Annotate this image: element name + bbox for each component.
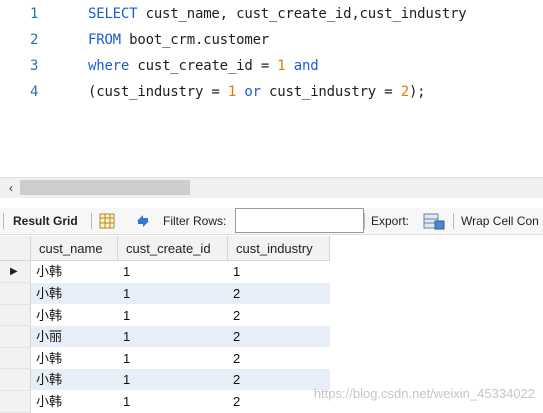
table-row[interactable]: 小韩 1 1	[31, 261, 330, 282]
toolbar-divider	[453, 213, 454, 229]
cell-cust-industry[interactable]: 2	[228, 305, 240, 326]
filter-rows-input[interactable]	[235, 208, 364, 233]
cell-cust-name[interactable]: 小韩	[31, 391, 62, 412]
code-line[interactable]: 3 where cust_create_id = 1 and	[0, 54, 543, 78]
row-header[interactable]	[0, 369, 31, 391]
scroll-left-arrow-icon[interactable]: ‹	[4, 180, 18, 196]
table-row[interactable]: 小丽 1 2	[31, 326, 330, 347]
table-row[interactable]: 小韩 1 2	[31, 391, 330, 412]
cell-cust-name[interactable]: 小韩	[31, 261, 62, 282]
row-header[interactable]	[0, 348, 31, 369]
sql-text: cust_name, cust_create_id,cust_industry	[137, 6, 467, 22]
sql-editor[interactable]: 1 SELECT cust_name, cust_create_id,cust_…	[0, 0, 543, 176]
watermark: https://blog.csdn.net/weixin_45334022	[313, 386, 535, 401]
grid-corner	[0, 236, 31, 261]
line-number: 1	[30, 6, 39, 22]
scrollbar-thumb[interactable]	[20, 180, 190, 195]
row-header[interactable]	[0, 283, 31, 305]
column-header-cust-industry[interactable]: cust_industry	[228, 236, 330, 261]
toolbar-divider	[3, 213, 4, 229]
sql-text: cust_industry =	[260, 84, 401, 100]
export-icon[interactable]	[423, 212, 445, 230]
cell-cust-industry[interactable]: 2	[228, 369, 240, 390]
horizontal-scrollbar[interactable]: ‹	[0, 177, 543, 198]
sql-text: cust_create_id =	[129, 58, 278, 74]
code-line[interactable]: 4 (cust_industry = 1 or cust_industry = …	[0, 80, 543, 104]
cell-cust-name[interactable]: 小韩	[31, 369, 62, 390]
cell-cust-create-id[interactable]: 1	[118, 348, 130, 369]
row-header[interactable]	[0, 305, 31, 326]
cell-cust-name[interactable]: 小韩	[31, 348, 62, 369]
sql-number: 2	[400, 84, 409, 100]
table-row[interactable]: 小韩 1 2	[31, 305, 330, 326]
cell-cust-create-id[interactable]: 1	[118, 283, 130, 304]
cell-cust-industry[interactable]: 2	[228, 326, 240, 347]
line-number: 4	[30, 84, 39, 100]
sql-text: (cust_industry =	[88, 84, 228, 100]
cell-cust-name[interactable]: 小韩	[31, 305, 62, 326]
column-header-cust-create-id[interactable]: cust_create_id	[118, 236, 228, 261]
cell-cust-name[interactable]: 小韩	[31, 283, 62, 304]
code-text[interactable]: FROM boot_crm.customer	[88, 28, 269, 52]
line-number: 2	[30, 32, 39, 48]
sql-keyword: SELECT	[88, 6, 138, 22]
line-number: 3	[30, 58, 39, 74]
code-line[interactable]: 2 FROM boot_crm.customer	[0, 28, 543, 52]
current-row-pointer-icon: ▶	[10, 266, 18, 277]
toolbar-divider	[91, 213, 92, 229]
row-header[interactable]: ▶	[0, 261, 31, 283]
cell-cust-create-id[interactable]: 1	[118, 369, 130, 390]
sql-keyword: FROM	[88, 32, 121, 48]
code-text[interactable]: SELECT cust_name, cust_create_id,cust_in…	[88, 2, 467, 26]
cell-cust-create-id[interactable]: 1	[118, 305, 130, 326]
cell-cust-create-id[interactable]: 1	[118, 326, 130, 347]
code-line[interactable]: 1 SELECT cust_name, cust_create_id,cust_…	[0, 2, 543, 26]
sql-keyword: and	[293, 58, 319, 74]
result-grid-tab[interactable]: Result Grid	[13, 208, 78, 234]
table-row[interactable]: 小韩 1 2	[31, 369, 330, 390]
table-row[interactable]: 小韩 1 2	[31, 283, 330, 304]
code-text[interactable]: where cust_create_id = 1 and	[88, 54, 319, 78]
cell-cust-industry[interactable]: 2	[228, 348, 240, 369]
grid-view-icon[interactable]	[99, 213, 115, 229]
row-header[interactable]	[0, 391, 31, 413]
cell-cust-create-id[interactable]: 1	[118, 391, 130, 412]
column-header-cust-name[interactable]: cust_name	[31, 236, 118, 261]
refresh-icon[interactable]	[133, 212, 153, 230]
cell-cust-industry[interactable]: 1	[228, 261, 240, 282]
table-row[interactable]: 小韩 1 2	[31, 348, 330, 369]
sql-number: 1	[277, 58, 286, 74]
cell-cust-name[interactable]: 小丽	[31, 326, 62, 347]
cell-cust-create-id[interactable]: 1	[118, 261, 130, 282]
sql-text: boot_crm.customer	[120, 32, 270, 48]
cell-cust-industry[interactable]: 2	[228, 283, 240, 304]
wrap-cell-content-option[interactable]: Wrap Cell Con	[461, 208, 539, 234]
sql-number: 1	[227, 84, 237, 100]
result-toolbar: Result Grid Filter Rows: Export: Wrap Ce…	[0, 208, 543, 235]
sql-keyword: where	[88, 58, 130, 74]
sql-text: );	[408, 84, 426, 100]
cell-cust-industry[interactable]: 2	[228, 391, 240, 412]
export-label: Export:	[371, 214, 410, 228]
sql-keyword: or	[244, 84, 261, 100]
code-text[interactable]: (cust_industry = 1 or cust_industry = 2)…	[88, 80, 426, 104]
toolbar-divider	[364, 213, 365, 229]
row-header[interactable]	[0, 326, 31, 348]
filter-rows-label: Filter Rows:	[163, 214, 227, 228]
